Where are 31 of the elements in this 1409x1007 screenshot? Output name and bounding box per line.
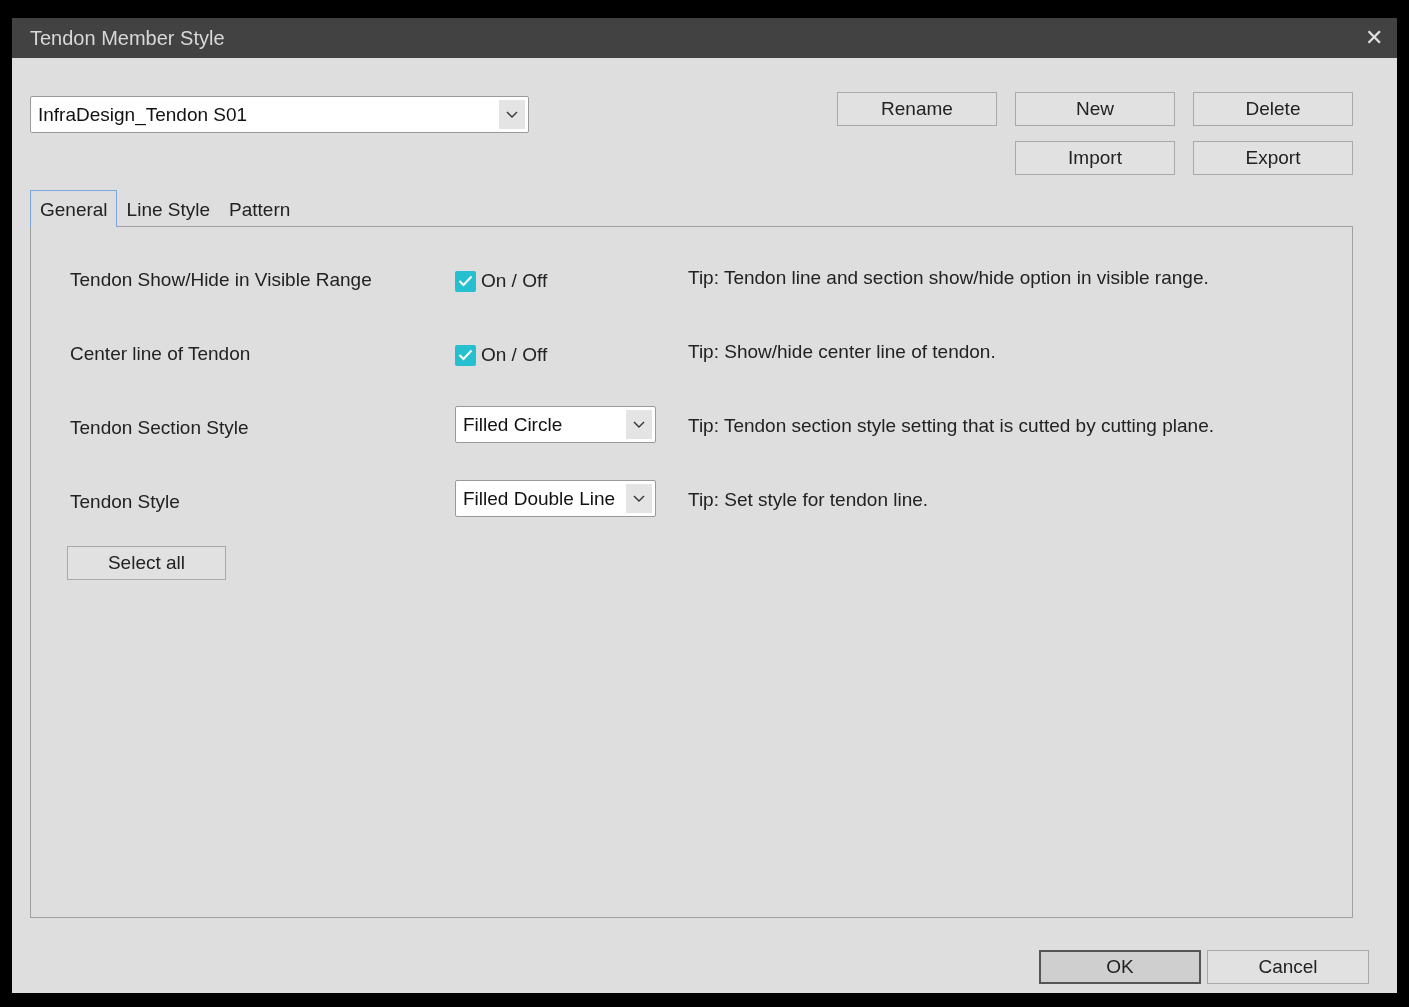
- chevron-down-icon: [626, 410, 652, 439]
- action-button[interactable]: Export: [1193, 141, 1353, 175]
- style-dropdown[interactable]: InfraDesign_Tendon S01: [30, 96, 529, 133]
- action-button[interactable]: Delete: [1193, 92, 1353, 126]
- action-button[interactable]: New: [1015, 92, 1175, 126]
- dialog-button[interactable]: Cancel: [1207, 950, 1369, 984]
- tip-text: Tip: Set style for tendon line.: [688, 488, 930, 511]
- window-title: Tendon Member Style: [30, 26, 225, 50]
- chevron-down-icon: [499, 100, 525, 129]
- checkbox-label: On / Off: [481, 344, 548, 366]
- select-all-button[interactable]: Select all: [67, 546, 226, 580]
- checkbox[interactable]: [455, 270, 476, 292]
- setting-label: Center line of Tendon: [70, 342, 252, 365]
- action-button[interactable]: Rename: [837, 92, 997, 126]
- tab[interactable]: Pattern: [219, 192, 300, 227]
- setting-label: Tendon Show/Hide in Visible Range: [70, 268, 373, 291]
- style-dropdown[interactable]: Filled Double Line: [455, 480, 656, 517]
- tip-text: Tip: Tendon section style setting that is cutted by cutting plane.: [688, 414, 1215, 437]
- tip-text: Tip: Tendon line and section show/hide option in visible range.: [688, 266, 1210, 289]
- setting-label: Tendon Section Style: [70, 416, 250, 439]
- close-button[interactable]: ✕: [1365, 27, 1383, 49]
- chevron-down-icon: [626, 484, 652, 513]
- tab[interactable]: Line Style: [116, 192, 220, 227]
- tab[interactable]: General: [30, 190, 117, 227]
- setting-label: Tendon Style: [70, 490, 181, 513]
- dialog-button[interactable]: OK: [1039, 950, 1201, 984]
- checkbox[interactable]: [455, 344, 476, 366]
- style-dropdown[interactable]: Filled Circle: [455, 406, 656, 443]
- action-button[interactable]: Import: [1015, 141, 1175, 175]
- checkbox-label: On / Off: [481, 270, 548, 292]
- tip-text: Tip: Show/hide center line of tendon.: [688, 340, 997, 363]
